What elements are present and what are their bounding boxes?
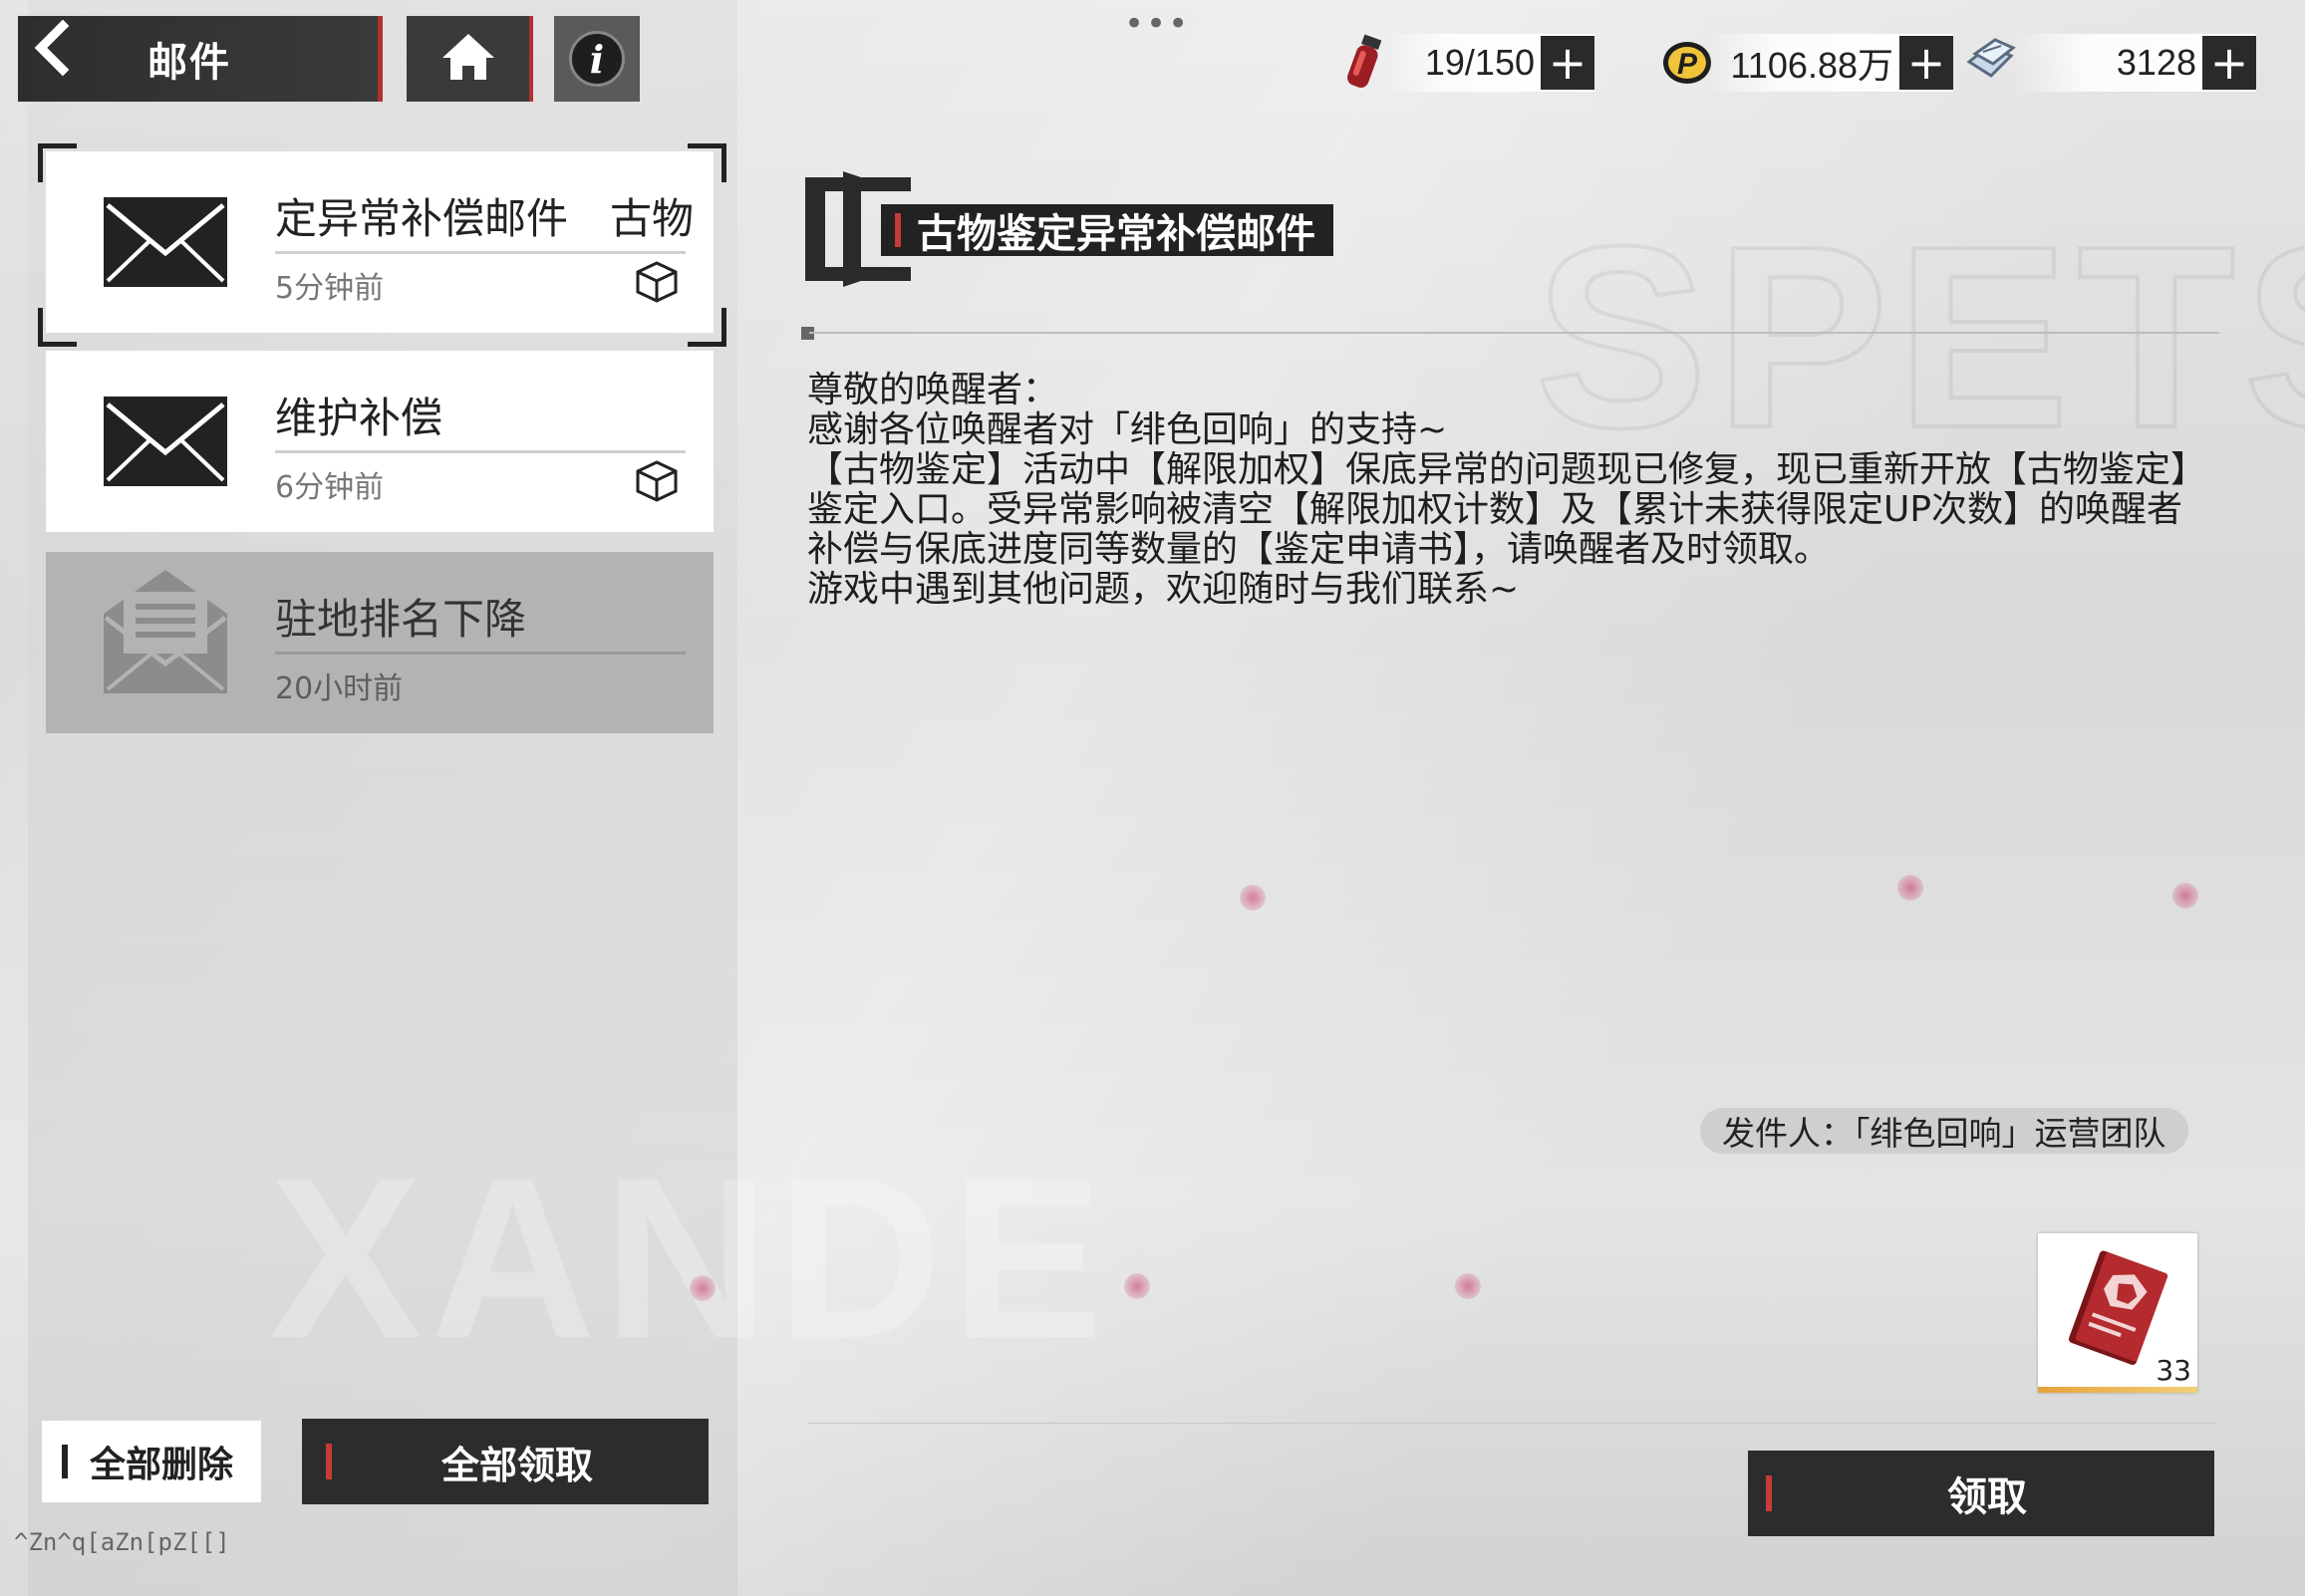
button-accent-bar — [1766, 1475, 1772, 1511]
delete-all-button[interactable]: 全部删除 — [42, 1421, 261, 1502]
mail-item[interactable]: 维护补偿 6分钟前 — [46, 351, 714, 532]
stamina-counter: 19/150 + — [1385, 34, 1594, 92]
attachment-item[interactable]: 33 — [2038, 1233, 2197, 1393]
add-stamina-button[interactable]: + — [1541, 36, 1594, 90]
selection-corner — [38, 143, 77, 182]
mail-item-selected[interactable]: 定异常补偿邮件 古物 5分钟前 — [46, 151, 714, 333]
home-icon — [440, 32, 496, 86]
title-accent-bar — [895, 213, 901, 247]
crystal-icon — [1961, 32, 2019, 94]
mail-item[interactable]: 驻地排名下降 20小时前 — [46, 552, 714, 733]
delete-all-label: 全部删除 — [90, 1445, 234, 1485]
add-crystal-button[interactable]: + — [2202, 36, 2256, 90]
home-button[interactable] — [407, 16, 533, 102]
mail-time: 6分钟前 — [275, 470, 385, 505]
mail-divider — [275, 251, 686, 254]
claim-all-label: 全部领取 — [441, 1443, 594, 1487]
stamina-vial-icon — [1341, 30, 1387, 98]
stamina-value: 19/150 — [1424, 42, 1535, 83]
mail-divider — [275, 652, 686, 655]
button-accent-bar — [326, 1444, 332, 1479]
attachment-count: 33 — [2156, 1354, 2191, 1387]
rarity-bar — [2038, 1387, 2197, 1393]
coin-counter: 1106.88万 + — [1706, 34, 1953, 92]
attachment-divider — [807, 1423, 2217, 1424]
crystal-counter: 3128 + — [2013, 34, 2256, 92]
mail-greeting: 尊敬的唤醒者： — [807, 370, 1059, 410]
mail-divider — [275, 450, 686, 453]
envelope-closed-icon — [104, 197, 227, 291]
crystal-value: 3128 — [2116, 42, 2196, 83]
mail-title: 维护补偿 — [275, 394, 443, 440]
background-glow — [690, 1275, 716, 1301]
debug-text: ^Zn^q[aZn[pZ[[] — [14, 1528, 230, 1556]
mail-paragraph: 感谢各位唤醒者对「绯色回响」的支持~ — [807, 409, 1448, 450]
background-glow — [1897, 875, 1923, 901]
coin-value: 1106.88万 — [1730, 45, 1893, 86]
claim-all-button[interactable]: 全部领取 — [302, 1419, 709, 1504]
mail-title: 定异常补偿邮件 古物 — [275, 194, 695, 241]
attachment-box-icon — [634, 259, 680, 309]
mail-time: 20小时前 — [275, 671, 404, 706]
detail-divider — [809, 332, 2219, 334]
mail-paragraph: 游戏中遇到其他问题，欢迎随时与我们联系~ — [807, 569, 1520, 610]
mail-time: 5分钟前 — [275, 271, 385, 306]
background-glow — [2172, 883, 2198, 909]
claim-button[interactable]: 领取 — [1748, 1451, 2214, 1536]
detail-title-box: 古物鉴定异常补偿邮件 — [881, 204, 1333, 257]
selection-corner — [688, 308, 726, 347]
claim-label: 领取 — [1947, 1474, 2027, 1520]
envelope-open-icon — [104, 570, 227, 701]
sender-label: 发件人：「绯色回响」运营团队 — [1700, 1108, 2188, 1154]
more-handle-icon[interactable]: ••• — [1124, 7, 1190, 41]
detail-title: 古物鉴定异常补偿邮件 — [917, 211, 1315, 257]
background-watermark: XANDE — [269, 1130, 1112, 1386]
mail-body: 尊敬的唤醒者： 感谢各位唤醒者对「绯色回响」的支持~ 【古物鉴定】活动中【解限加… — [807, 371, 2197, 610]
mail-paragraph: 【古物鉴定】活动中【解限加权】保底异常的问题现已修复，现已重新开放【古物鉴定】鉴… — [807, 449, 2189, 570]
info-icon: i — [569, 31, 625, 87]
background-glow — [1124, 1273, 1150, 1299]
mail-screen: SPETS XANDE 邮件 i ••• 19/150 + — [0, 0, 2305, 1596]
info-button[interactable]: i — [554, 16, 640, 102]
button-accent-bar — [62, 1445, 68, 1478]
background-glow — [1240, 885, 1266, 911]
svg-text:P: P — [1677, 48, 1698, 81]
selection-corner — [38, 308, 77, 347]
add-coin-button[interactable]: + — [1899, 36, 1953, 90]
envelope-closed-icon — [104, 397, 227, 490]
chevron-left-icon — [18, 18, 88, 100]
attachment-box-icon — [634, 458, 680, 508]
page-title: 邮件 — [147, 40, 231, 86]
mail-title: 驻地排名下降 — [275, 595, 527, 642]
selection-corner — [688, 143, 726, 182]
background-glow — [1455, 1273, 1481, 1299]
back-button[interactable]: 邮件 — [18, 16, 383, 102]
